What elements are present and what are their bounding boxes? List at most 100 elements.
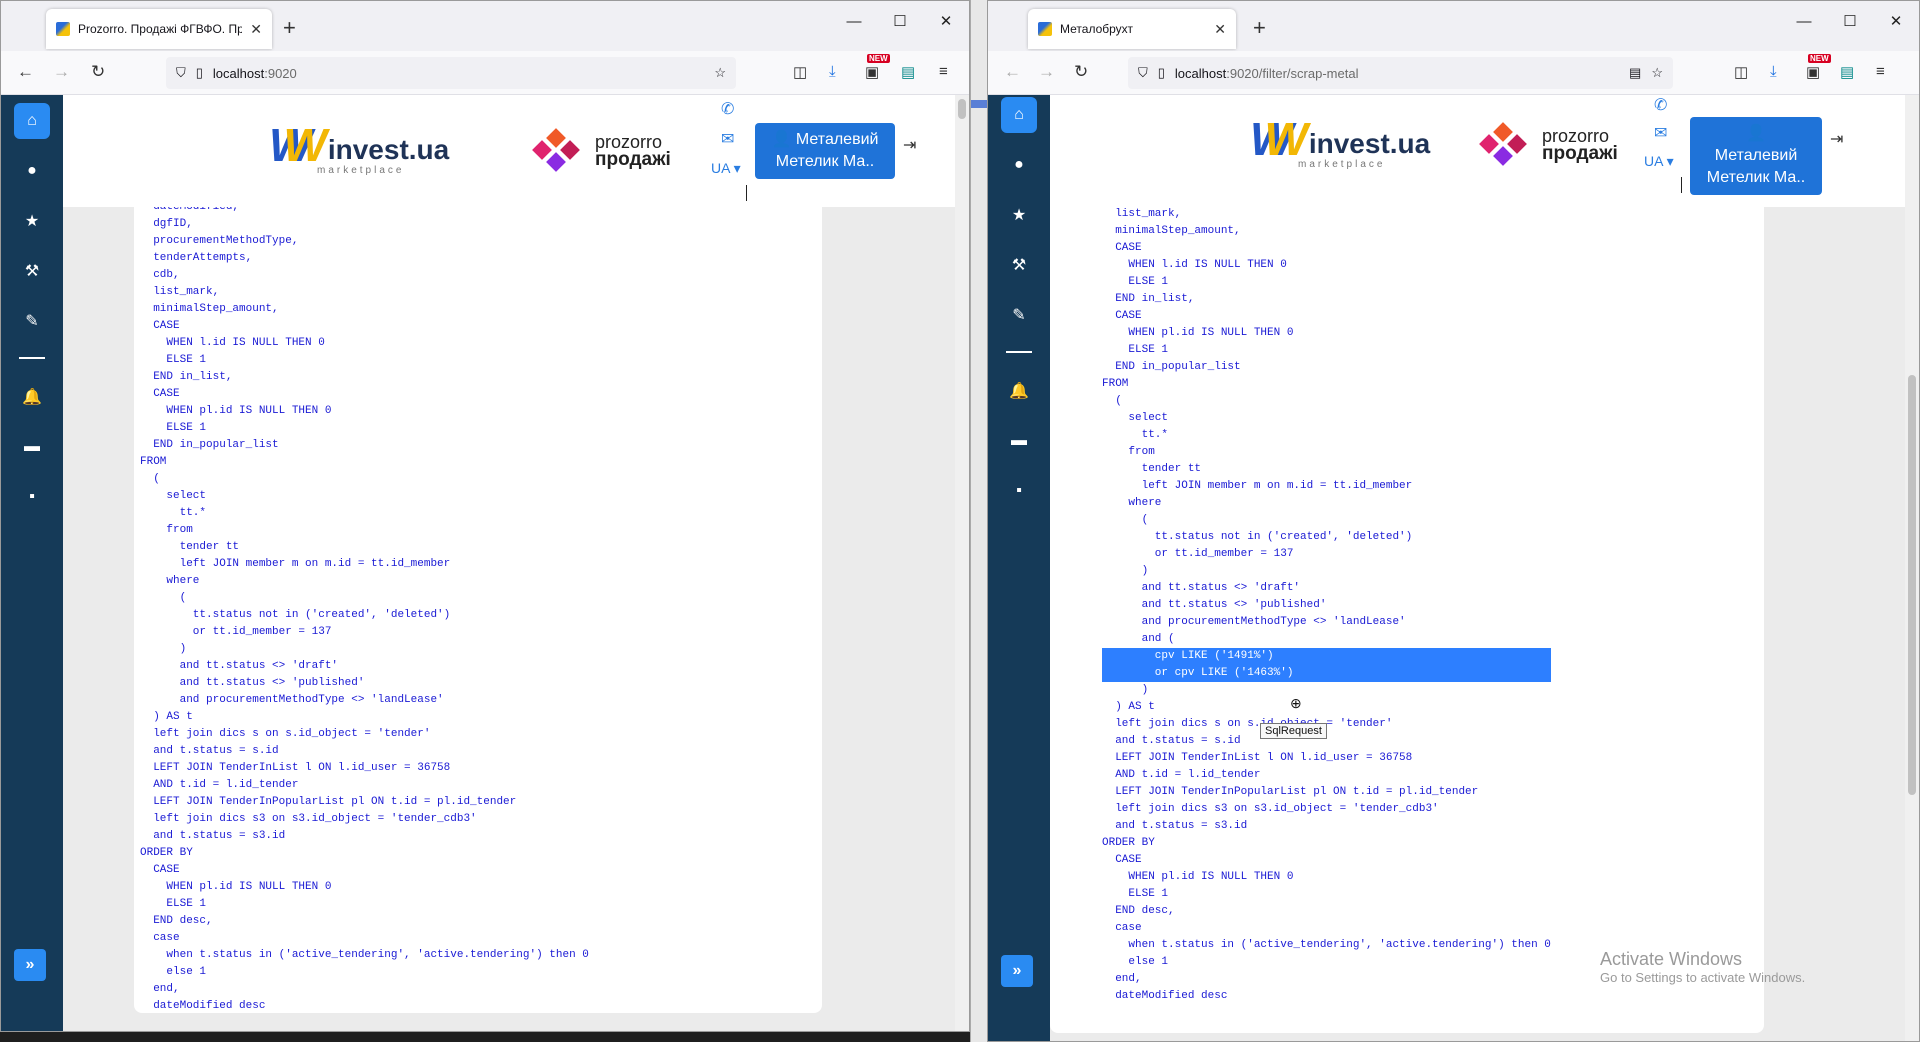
sql-line: ELSE 1	[1102, 276, 1169, 288]
money-icon[interactable]: ▬	[1001, 423, 1037, 459]
nav-toolbar: ← → ↻ ⛉ ▯ localhost:9020/filter/scrap-me…	[988, 51, 1919, 95]
prozorro-mark-icon	[531, 128, 589, 173]
sql-line: else 1	[1102, 956, 1169, 968]
url-bar[interactable]: ⛉ ▯ localhost:9020 ☆	[166, 57, 736, 89]
pen-icon[interactable]: ✎	[1001, 297, 1037, 333]
scroll-thumb[interactable]	[958, 99, 966, 119]
nav-toolbar: ← → ↻ ⛉ ▯ localhost:9020 ☆ ◫ ⤓ ▣ NEW ▤ ≡	[1, 51, 969, 95]
sql-line: ORDER BY	[140, 847, 193, 859]
sql-line: where	[140, 575, 200, 587]
shield-icon[interactable]: ⛉	[176, 65, 186, 81]
bookmark-star-icon[interactable]: ☆	[714, 65, 726, 81]
close-window-button[interactable]: ✕	[1873, 1, 1919, 41]
logout-icon[interactable]: ⇥	[1830, 129, 1843, 149]
tab-scrap-metal[interactable]: Металобрухт ✕	[1028, 9, 1236, 49]
pocket-icon[interactable]: ◫	[793, 63, 807, 81]
forward-button[interactable]: →	[1038, 62, 1055, 82]
money-icon[interactable]: ▬	[14, 429, 50, 465]
star-icon[interactable]: ★	[1001, 197, 1037, 233]
sql-line: where	[1102, 497, 1162, 509]
menu-icon[interactable]: ≡	[939, 63, 948, 80]
phone-icon[interactable]: ✆	[1654, 95, 1667, 115]
prozorro-logo[interactable]: prozorro продажі	[531, 128, 671, 173]
tab-title: Prozorro. Продажі ФГВФО. Пр	[78, 22, 243, 36]
scrollbar[interactable]	[955, 95, 969, 1031]
minimize-button[interactable]: —	[831, 1, 877, 41]
pocket-icon[interactable]: ◫	[1734, 63, 1748, 81]
watermark-subtitle: Go to Settings to activate Windows.	[1600, 970, 1806, 985]
extension-icon[interactable]: ▣	[865, 63, 879, 81]
maximize-button[interactable]: ☐	[877, 1, 923, 41]
reload-button[interactable]: ↻	[91, 62, 105, 82]
menu-icon[interactable]: ≡	[1876, 63, 1885, 80]
note-icon[interactable]: ▪	[14, 479, 50, 515]
minimize-button[interactable]: —	[1781, 1, 1827, 41]
back-button[interactable]: ←	[17, 62, 34, 82]
user-icon[interactable]: ●	[14, 153, 50, 189]
pen-icon[interactable]: ✎	[14, 303, 50, 339]
logo-subtitle: marketplace	[317, 165, 405, 176]
home-icon[interactable]: ⌂	[14, 103, 50, 139]
sidebar-divider	[19, 357, 45, 359]
sql-line: left JOIN member m on m.id = tt.id_membe…	[140, 558, 451, 570]
save-icon[interactable]: ▤	[1840, 63, 1854, 81]
invest-logo[interactable]: WW invest.ua	[269, 122, 449, 168]
maximize-button[interactable]: ☐	[1827, 1, 1873, 41]
user-menu-button[interactable]: 👤 Металевий Метелик Ма..	[1690, 117, 1822, 195]
logout-icon[interactable]: ⇥	[903, 135, 916, 155]
close-window-button[interactable]: ✕	[923, 1, 969, 41]
sql-line: dgfID,	[140, 218, 193, 230]
sql-line: and procurementMethodType <> 'landLease'	[1102, 616, 1406, 628]
sql-line: END in_list,	[140, 371, 233, 383]
bell-icon[interactable]: 🔔	[1001, 373, 1037, 409]
tab-prozorro[interactable]: Prozorro. Продажі ФГВФО. Пр ✕	[46, 9, 272, 49]
star-icon[interactable]: ★	[14, 203, 50, 239]
user-menu-button[interactable]: 👤 Металевий Метелик Ма..	[755, 123, 895, 179]
left-browser-window: Prozorro. Продажі ФГВФО. Пр ✕ + — ☐ ✕ ← …	[0, 0, 970, 1032]
language-selector[interactable]: UA ▾	[1644, 153, 1674, 170]
language-selector[interactable]: UA ▾	[711, 160, 741, 177]
prozorro-logo[interactable]: prozorro продажі	[1478, 122, 1618, 167]
mail-icon[interactable]: ✉	[1654, 123, 1667, 143]
sql-line: WHEN pl.id IS NULL THEN 0	[1102, 871, 1294, 883]
sql-line: and t.status = s3.id	[1102, 820, 1248, 832]
activation-watermark: Activate Windows Go to Settings to activ…	[1600, 949, 1805, 985]
mail-icon[interactable]: ✉	[721, 129, 734, 149]
new-tab-button[interactable]: +	[1253, 17, 1266, 39]
new-tab-button[interactable]: +	[283, 17, 296, 39]
download-icon[interactable]: ⤓	[829, 63, 836, 80]
sql-line: END in_popular_list	[1102, 361, 1241, 373]
forward-button[interactable]: →	[53, 62, 70, 82]
shield-icon[interactable]: ⛉	[1138, 65, 1148, 81]
scroll-thumb[interactable]	[1908, 375, 1916, 795]
note-icon[interactable]: ▪	[1001, 473, 1037, 509]
gavel-icon[interactable]: ⚒	[14, 253, 50, 289]
expand-sidebar-icon[interactable]: »	[1001, 955, 1033, 987]
sql-line: minimalStep_amount,	[1102, 225, 1241, 237]
close-tab-icon[interactable]: ✕	[1214, 21, 1226, 38]
sql-line: minimalStep_amount,	[140, 303, 279, 315]
reader-view-icon[interactable]: ▤	[1629, 65, 1641, 81]
sql-line: ORDER BY	[1102, 837, 1155, 849]
bell-icon[interactable]: 🔔	[14, 379, 50, 415]
sql-line: and tt.status <> 'draft'	[140, 660, 339, 672]
gavel-icon[interactable]: ⚒	[1001, 247, 1037, 283]
bookmark-star-icon[interactable]: ☆	[1651, 65, 1663, 81]
expand-sidebar-icon[interactable]: »	[14, 949, 46, 981]
sql-card: cdb, list_mark, minimalStep_amount, CASE…	[1050, 201, 1764, 1033]
download-icon[interactable]: ⤓	[1770, 63, 1777, 80]
url-bar[interactable]: ⛉ ▯ localhost:9020/filter/scrap-metal ▤ …	[1128, 57, 1673, 89]
phone-icon[interactable]: ✆	[721, 99, 734, 119]
reload-button[interactable]: ↻	[1074, 62, 1088, 82]
save-icon[interactable]: ▤	[901, 63, 915, 81]
scrollbar[interactable]	[1905, 95, 1919, 1041]
invest-logo[interactable]: WW invest.ua	[1250, 116, 1430, 162]
user-icon[interactable]: ●	[1001, 147, 1037, 183]
extension-icon[interactable]: ▣	[1806, 63, 1820, 81]
close-tab-icon[interactable]: ✕	[250, 21, 262, 38]
sql-query-text: dateModified, dgfID, procurementMethodTy…	[140, 207, 589, 1013]
new-badge: NEW	[1808, 54, 1831, 63]
sql-line: WHEN pl.id IS NULL THEN 0	[140, 881, 332, 893]
back-button[interactable]: ←	[1004, 62, 1021, 82]
home-icon[interactable]: ⌂	[1001, 97, 1037, 133]
